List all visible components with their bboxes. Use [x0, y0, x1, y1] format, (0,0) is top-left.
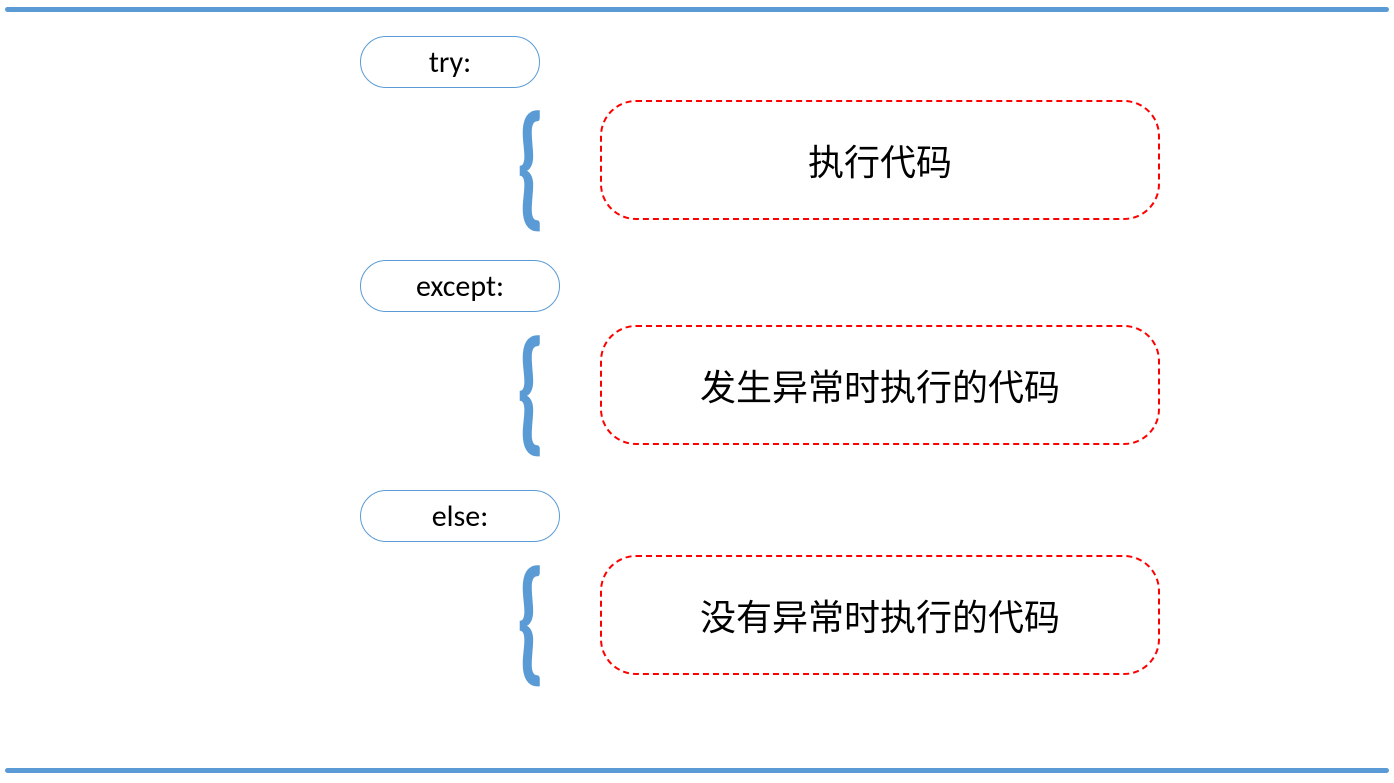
brace-glyph: {: [516, 81, 545, 249]
brace-icon: {: [516, 321, 545, 459]
result-else-label: 没有异常时执行的代码: [700, 589, 1060, 641]
brace-glyph: {: [516, 306, 545, 474]
keyword-else: else:: [360, 490, 560, 542]
result-try: 执行代码: [600, 100, 1160, 220]
result-else: 没有异常时执行的代码: [600, 555, 1160, 675]
keyword-except-label: except:: [416, 268, 504, 305]
result-try-label: 执行代码: [808, 134, 952, 186]
brace-glyph: {: [516, 536, 545, 704]
result-except-label: 发生异常时执行的代码: [700, 359, 1060, 411]
keyword-else-label: else:: [432, 498, 489, 535]
keyword-try-label: try:: [429, 44, 471, 81]
keyword-try: try:: [360, 36, 540, 88]
result-except: 发生异常时执行的代码: [600, 325, 1160, 445]
divider-bottom: [5, 768, 1389, 773]
brace-icon: {: [516, 96, 545, 234]
divider-top: [5, 7, 1389, 12]
keyword-except: except:: [360, 260, 560, 312]
brace-icon: {: [516, 551, 545, 689]
